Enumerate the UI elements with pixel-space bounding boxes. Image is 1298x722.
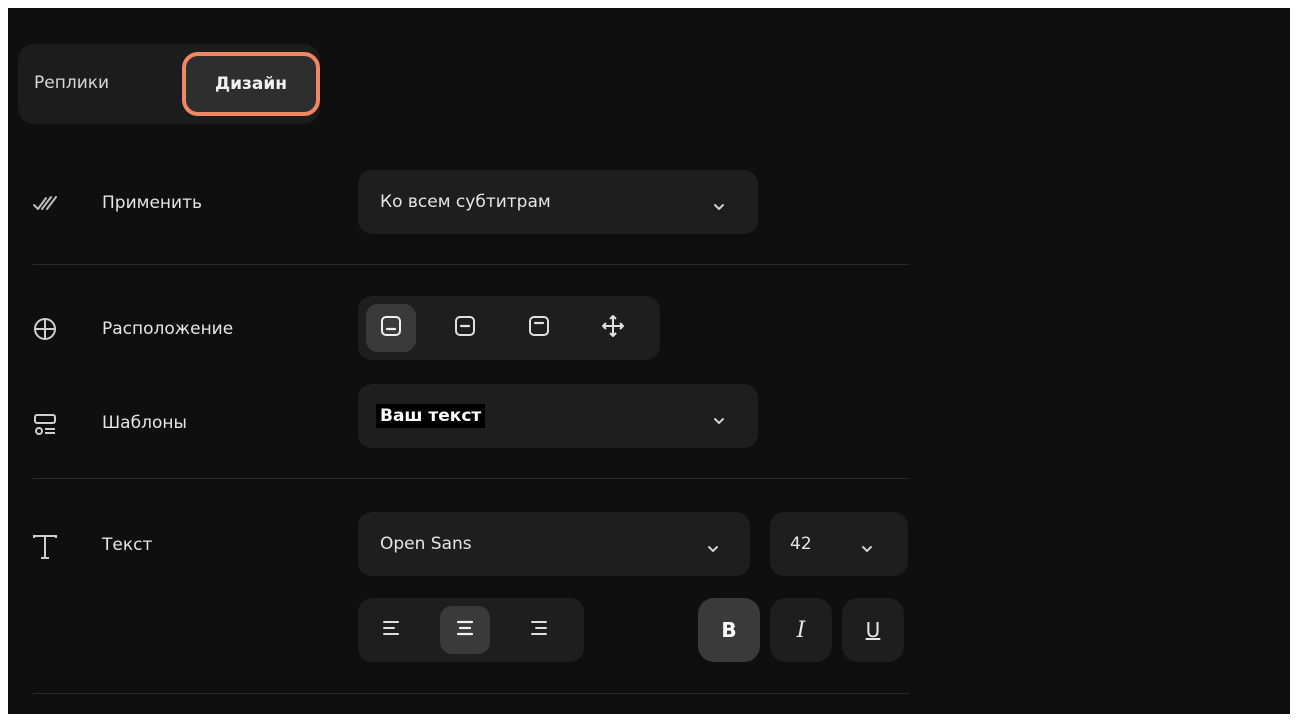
- align-right-button[interactable]: [514, 606, 564, 654]
- apply-select-value: Ко всем субтитрам: [380, 192, 551, 212]
- underline-icon: U: [865, 618, 881, 642]
- divider: [33, 478, 909, 479]
- position-free-move-button[interactable]: [588, 304, 638, 352]
- text-label: Текст: [102, 535, 153, 555]
- position-middle-button[interactable]: [440, 304, 490, 352]
- bold-icon: B: [721, 618, 737, 642]
- tab-replies[interactable]: Реплики: [34, 73, 109, 93]
- design-panel: Реплики Дизайн Применить Ко всем субтитр…: [8, 8, 1290, 714]
- divider: [33, 264, 909, 265]
- templates-select[interactable]: Ваш текст: [358, 384, 758, 448]
- position-segmented: [358, 296, 660, 360]
- italic-button[interactable]: I: [770, 598, 832, 662]
- tab-bar: Реплики Дизайн: [18, 44, 320, 124]
- move-arrows-icon: [601, 314, 625, 342]
- apply-select[interactable]: Ко всем субтитрам: [358, 170, 758, 234]
- tab-design[interactable]: Дизайн: [182, 52, 320, 116]
- position-top-button[interactable]: [514, 304, 564, 352]
- underline-button[interactable]: U: [842, 598, 904, 662]
- font-size-select[interactable]: 42: [770, 512, 908, 576]
- chevron-down-icon: [712, 411, 726, 424]
- font-family-value: Open Sans: [380, 534, 472, 554]
- align-top-icon: [528, 315, 550, 341]
- text-serif-icon: [30, 532, 60, 562]
- text-align-segmented: [358, 598, 584, 662]
- align-left-button[interactable]: [366, 606, 416, 654]
- align-middle-icon: [454, 315, 476, 341]
- font-family-select[interactable]: Open Sans: [358, 512, 750, 576]
- chevron-down-icon: [712, 197, 726, 210]
- position-target-icon: [32, 316, 58, 342]
- template-icon: [32, 412, 58, 438]
- align-right-icon: [529, 619, 549, 641]
- chevron-down-icon: [860, 539, 874, 552]
- double-check-icon: [32, 190, 58, 216]
- italic-icon: I: [796, 617, 806, 643]
- align-left-icon: [381, 619, 401, 641]
- position-bottom-button[interactable]: [366, 304, 416, 352]
- position-label: Расположение: [102, 319, 234, 339]
- bold-button[interactable]: B: [698, 598, 760, 662]
- templates-label: Шаблоны: [102, 413, 187, 433]
- align-bottom-icon: [380, 315, 402, 341]
- font-size-value: 42: [790, 534, 812, 554]
- divider: [33, 693, 909, 694]
- template-preview-text: Ваш текст: [376, 404, 486, 428]
- apply-label: Применить: [102, 193, 202, 213]
- chevron-down-icon: [706, 539, 720, 552]
- align-center-icon: [455, 619, 475, 641]
- align-center-button[interactable]: [440, 606, 490, 654]
